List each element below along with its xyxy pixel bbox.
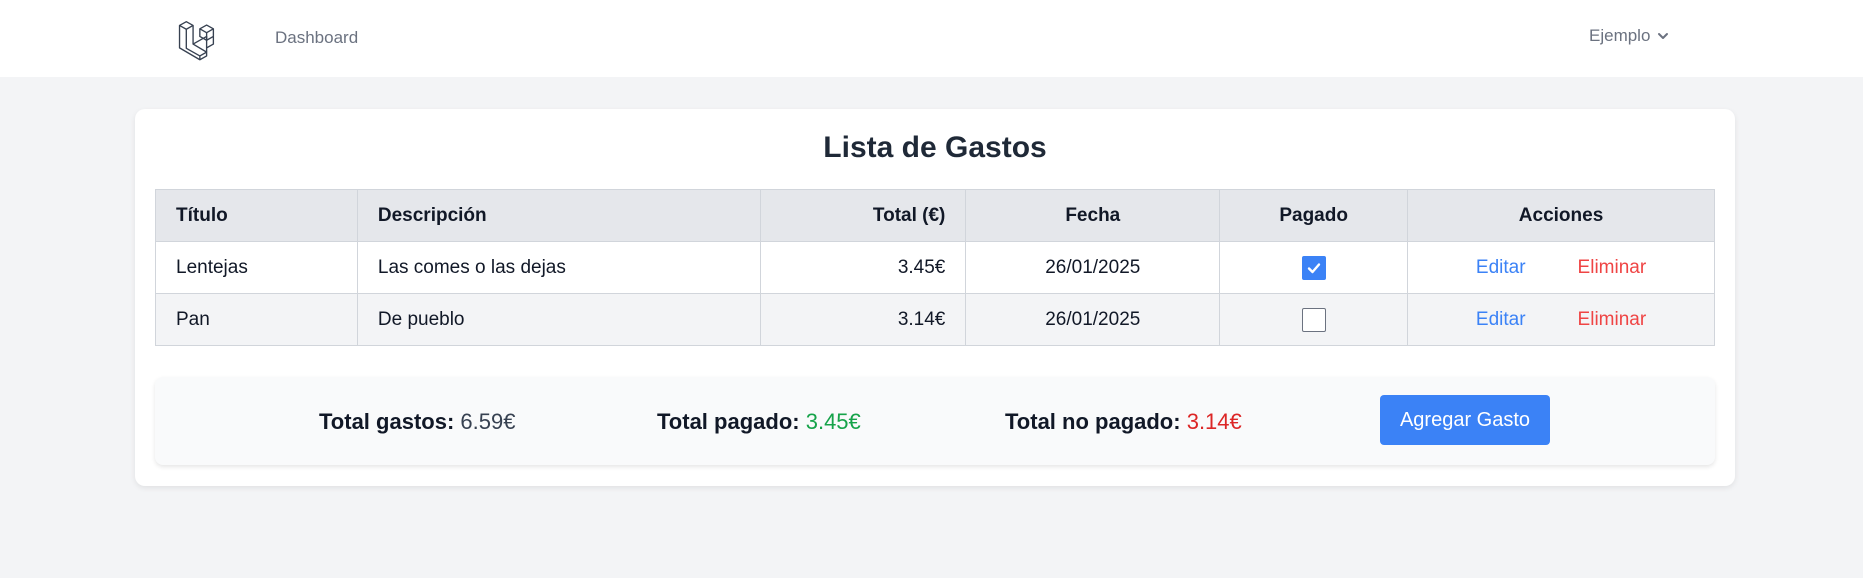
total-no-pagado: Total no pagado: 3.14€ [1005,409,1242,435]
edit-button[interactable]: Editar [1476,257,1526,279]
cell-titulo: Pan [155,293,358,346]
add-expense-button[interactable]: Agregar Gasto [1380,395,1550,445]
row-actions: Editar Eliminar [1428,309,1694,331]
header-acciones: Acciones [1407,189,1715,242]
total-gastos-label: Total gastos: [319,409,455,434]
delete-button[interactable]: Eliminar [1578,257,1647,279]
user-menu-dropdown[interactable]: Ejemplo [1589,26,1670,46]
delete-button[interactable]: Eliminar [1578,309,1647,331]
header-pagado: Pagado [1219,189,1409,242]
chevron-down-icon [1658,33,1669,39]
nav-link-dashboard[interactable]: Dashboard [275,28,358,48]
header-titulo: Título [155,189,358,242]
page-title: Lista de Gastos [823,131,1047,164]
row-actions: Editar Eliminar [1428,257,1694,279]
table-row: Lentejas Las comes o las dejas 3.45€ 26/… [155,241,1715,294]
cell-titulo: Lentejas [155,241,358,294]
cell-descripcion: De pueblo [356,293,761,346]
total-pagado: Total pagado: 3.45€ [657,409,861,435]
paid-checkbox[interactable] [1301,255,1326,280]
expenses-card: Lista de Gastos Título Descripción Total… [135,109,1735,486]
totals-summary: Total gastos: 6.59€ Total pagado: 3.45€ … [155,377,1715,465]
table-header-row: Título Descripción Total (€) Fecha Pagad… [155,189,1715,242]
total-pagado-value: 3.45€ [805,409,861,434]
total-gastos-value: 6.59€ [460,409,516,434]
edit-button[interactable]: Editar [1476,309,1526,331]
cell-acciones: Editar Eliminar [1407,241,1715,294]
total-no-pagado-value: 3.14€ [1186,409,1242,434]
header-total: Total (€) [759,189,967,242]
table-row: Pan De pueblo 3.14€ 26/01/2025 Editar El… [155,293,1715,346]
cell-acciones: Editar Eliminar [1407,293,1715,346]
paid-checkbox[interactable] [1301,307,1326,332]
checkmark-icon [1307,262,1320,273]
top-navbar: Dashboard Ejemplo [0,0,1863,78]
cell-total: 3.14€ [759,293,967,346]
cell-pagado [1219,241,1409,294]
cell-pagado [1219,293,1409,346]
laravel-logo-icon[interactable] [177,17,221,61]
total-no-pagado-label: Total no pagado: [1005,409,1181,434]
header-descripcion: Descripción [356,189,761,242]
total-gastos: Total gastos: 6.59€ [319,409,515,435]
cell-descripcion: Las comes o las dejas [356,241,761,294]
cell-total: 3.45€ [759,241,967,294]
expenses-table: Título Descripción Total (€) Fecha Pagad… [155,189,1715,346]
total-pagado-label: Total pagado: [657,409,800,434]
user-name-label: Ejemplo [1589,26,1651,45]
header-fecha: Fecha [965,189,1221,242]
cell-fecha: 26/01/2025 [965,241,1221,294]
cell-fecha: 26/01/2025 [965,293,1221,346]
